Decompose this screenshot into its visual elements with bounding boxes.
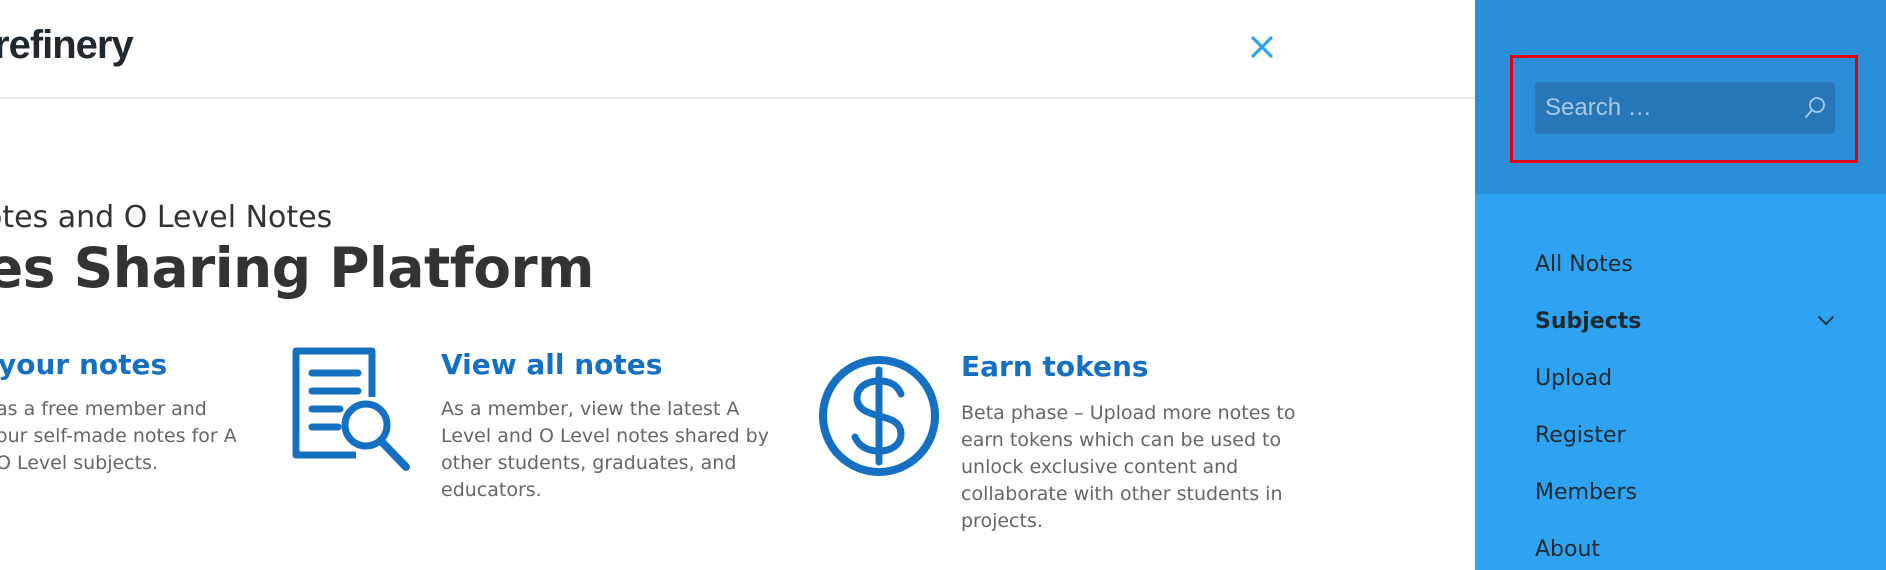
header: refinery bbox=[0, 0, 1475, 99]
sidebar-item-all-notes[interactable]: All Notes bbox=[1535, 252, 1633, 277]
hero-subtitle: otes and O Level Notes bbox=[0, 200, 333, 235]
sidebar-item-subjects[interactable]: Subjects bbox=[1535, 309, 1641, 334]
hero-title: es Sharing Platform bbox=[0, 236, 594, 300]
sidebar-item-upload[interactable]: Upload bbox=[1535, 366, 1612, 391]
feature-share-title[interactable]: your notes bbox=[0, 348, 167, 381]
feature-share-description: as a free member and our self-made notes… bbox=[0, 398, 237, 474]
feature-view-description: As a member, view the latest A Level and… bbox=[441, 398, 769, 501]
dollar-coin-icon bbox=[819, 356, 939, 476]
close-icon[interactable] bbox=[1245, 30, 1279, 64]
feature-view-title[interactable]: View all notes bbox=[441, 348, 662, 381]
highlight-box bbox=[1510, 55, 1858, 163]
sidebar-item-about[interactable]: About bbox=[1535, 537, 1600, 562]
sidebar-item-members[interactable]: Members bbox=[1535, 480, 1637, 505]
chevron-down-icon[interactable] bbox=[1817, 314, 1835, 326]
document-search-icon bbox=[292, 347, 410, 471]
sidebar: All Notes Subjects Upload Register Membe… bbox=[1475, 0, 1886, 570]
sidebar-item-register[interactable]: Register bbox=[1535, 423, 1626, 448]
feature-tokens-title[interactable]: Earn tokens bbox=[961, 350, 1149, 383]
feature-tokens-description: Beta phase – Upload more notes to earn t… bbox=[961, 402, 1296, 532]
site-logo[interactable]: refinery bbox=[0, 23, 134, 68]
